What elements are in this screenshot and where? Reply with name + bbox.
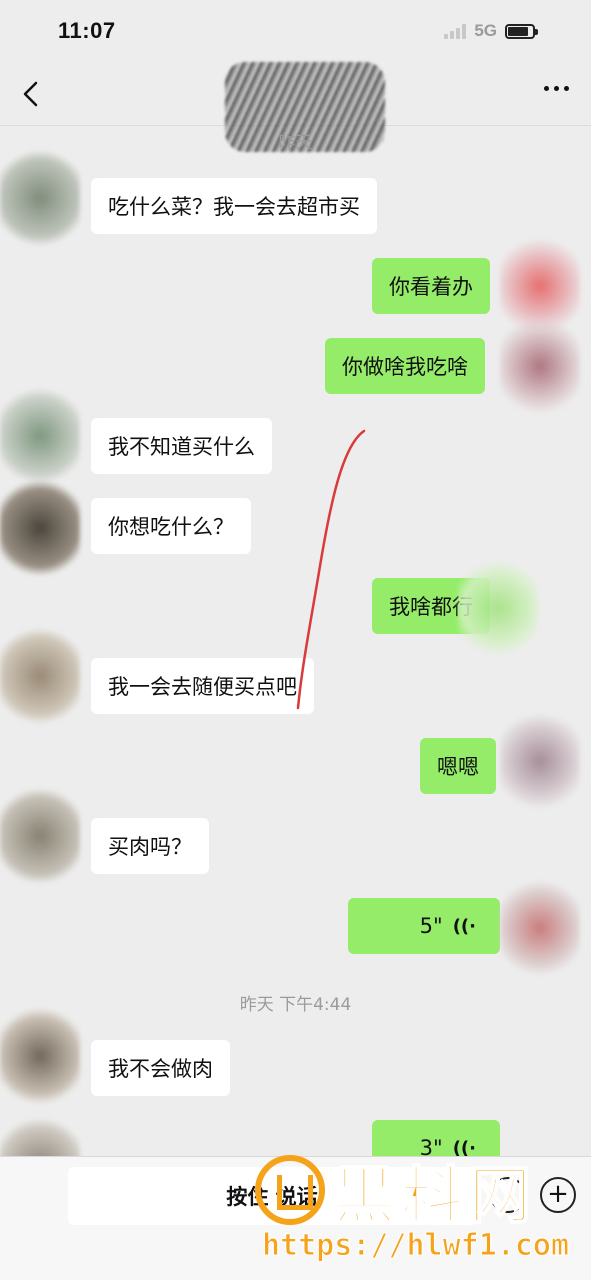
avatar[interactable] — [0, 1006, 80, 1106]
watermark-logo: 黑料网 — [255, 1150, 575, 1233]
voice-wave-icon: ((· — [452, 915, 476, 937]
chevron-left-icon[interactable] — [18, 80, 46, 108]
avatar[interactable] — [500, 316, 580, 416]
status-bar: 11:07 5G — [0, 0, 591, 62]
ellipsis-icon[interactable] — [544, 86, 569, 91]
watermark-url: https://hlwf1.com — [261, 1228, 570, 1264]
avatar[interactable] — [500, 711, 580, 811]
message-bubble[interactable]: 买肉吗？ — [91, 818, 209, 874]
battery-icon — [505, 23, 538, 39]
avatar[interactable] — [0, 1116, 80, 1156]
signal-icon — [444, 23, 467, 39]
avatar[interactable] — [500, 878, 580, 978]
message-bubble[interactable]: 你做啥我吃啥 — [325, 338, 485, 394]
avatar[interactable] — [0, 148, 80, 248]
red-annotation-stroke — [296, 429, 366, 710]
watermark-emblem-icon — [255, 1155, 325, 1225]
avatar[interactable] — [0, 786, 80, 886]
timestamp: 昨天 下午4:44 — [239, 995, 352, 1015]
message-bubble[interactable]: 你想吃什么？ — [91, 498, 251, 554]
avatar[interactable] — [0, 478, 80, 578]
chat-header — [0, 62, 591, 152]
status-indicators: 5G — [444, 21, 538, 41]
chat-area[interactable]: 昨天 吃什么菜？我一会去超市买 你看着办 你做啥我吃啥 我不知道买什么 你想吃什… — [0, 126, 591, 1156]
avatar[interactable] — [0, 386, 80, 486]
timestamp: 昨天 — [278, 133, 313, 153]
message-bubble[interactable]: 吃什么菜？我一会去超市买 — [91, 178, 377, 234]
watermark-text: 黑料网 — [332, 1158, 538, 1233]
message-bubble[interactable]: 我不会做肉 — [91, 1040, 230, 1096]
message-bubble[interactable]: 我不知道买什么 — [91, 418, 272, 474]
network-label: 5G — [474, 21, 497, 40]
message-bubble[interactable]: 嗯嗯 — [420, 738, 496, 794]
message-bubble[interactable]: 你看着办 — [372, 258, 490, 314]
message-bubble[interactable]: 我一会去随便买点吧 — [91, 658, 314, 714]
battery-level — [508, 26, 529, 36]
avatar[interactable] — [458, 558, 538, 658]
voice-message-bubble[interactable]: 5" ((· — [348, 898, 500, 954]
avatar[interactable] — [0, 626, 80, 726]
voice-duration: 5" — [419, 914, 443, 938]
status-time: 11:07 — [58, 18, 116, 43]
